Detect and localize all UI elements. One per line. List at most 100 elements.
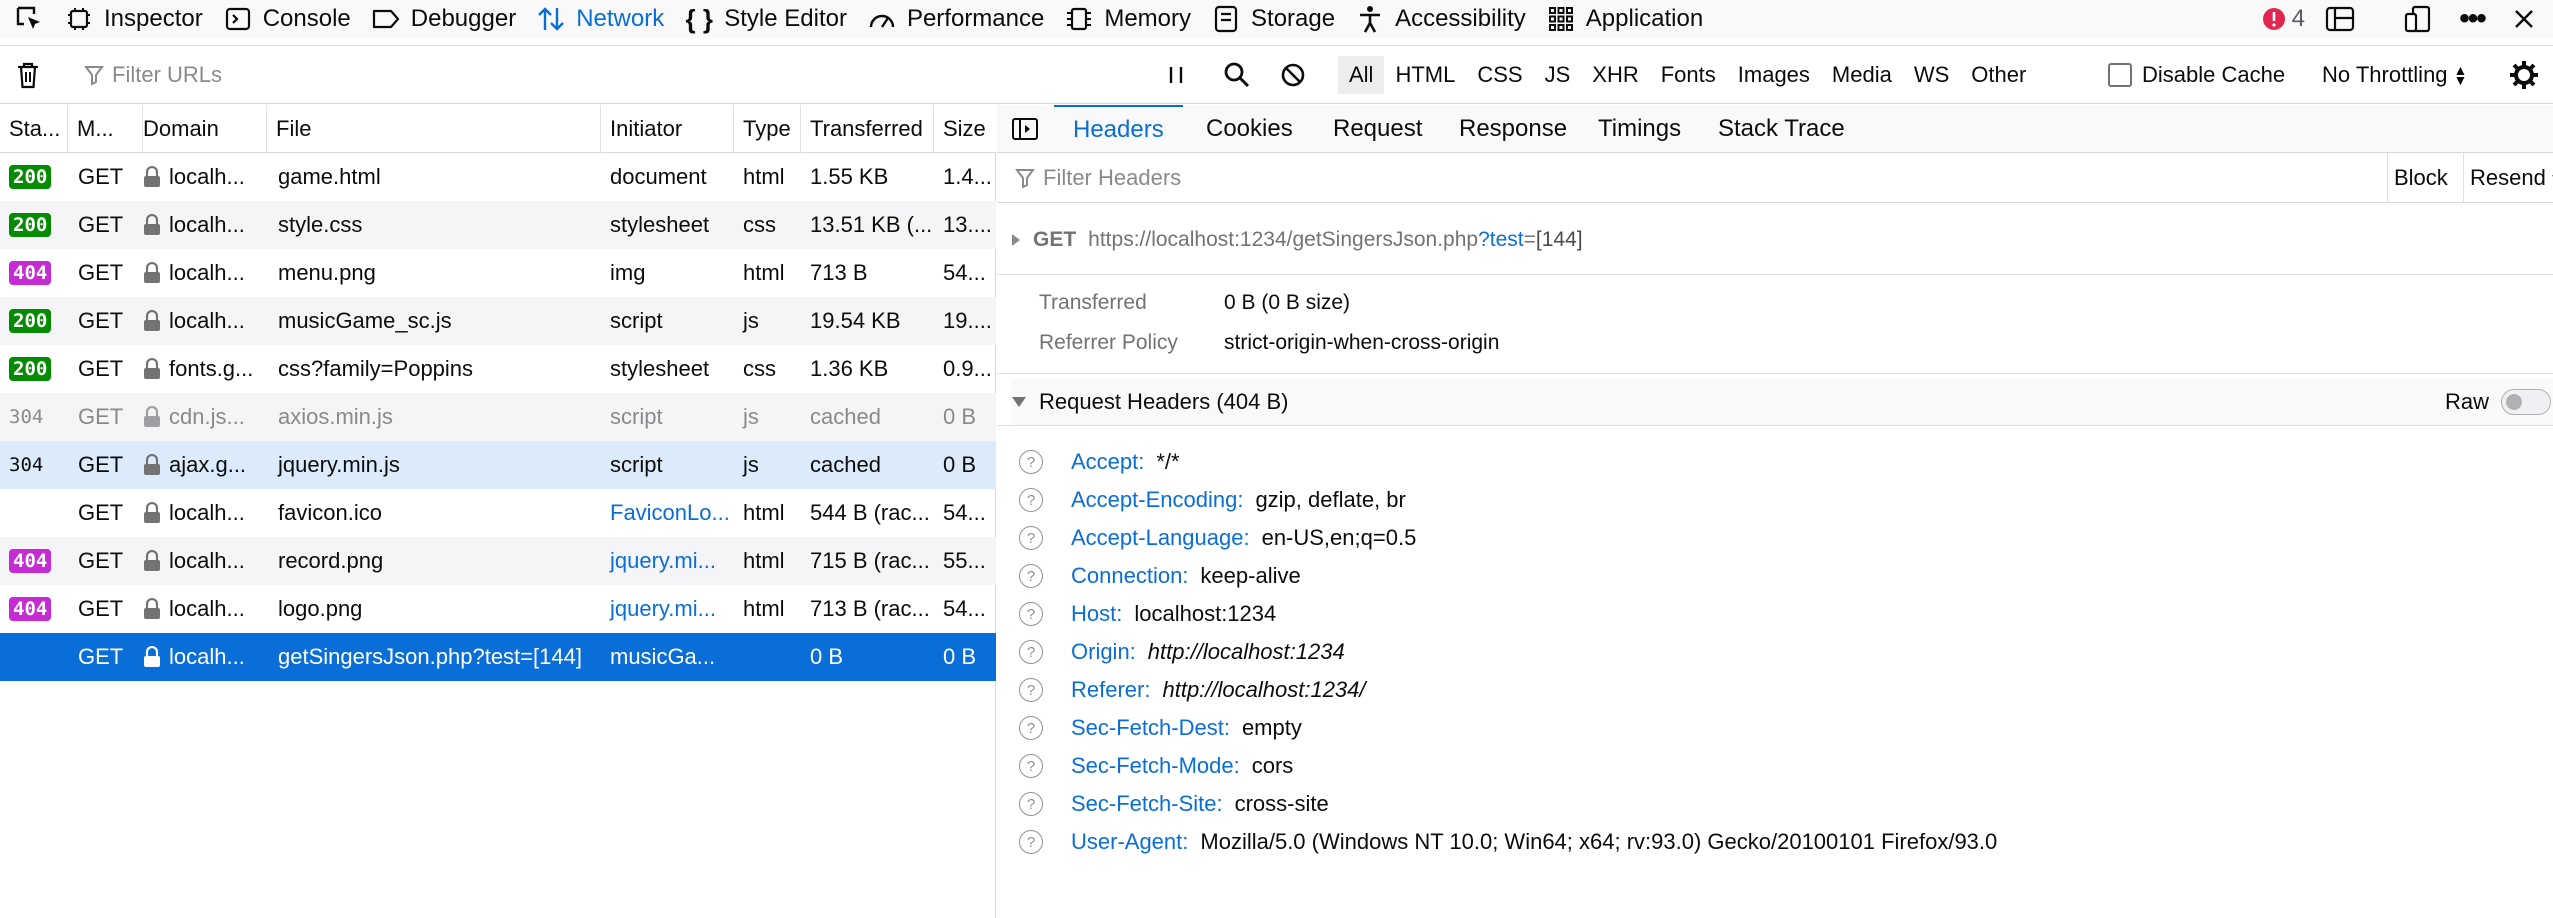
status-badge: 200 (9, 213, 52, 237)
help-icon[interactable]: ? (1019, 450, 1043, 474)
column-domain[interactable]: Domain (134, 105, 267, 153)
filter-type-html[interactable]: HTML (1384, 56, 1466, 94)
header-row: ? Accept: */* (997, 443, 1180, 481)
tab-application[interactable]: Application (1536, 0, 1713, 38)
tab-stack-trace[interactable]: Stack Trace (1699, 105, 1864, 153)
block-button[interactable]: Block (2387, 153, 2448, 203)
filter-type-css[interactable]: CSS (1466, 56, 1533, 94)
header-value: cors (1251, 753, 1294, 778)
initiator-link[interactable]: jquery.mi... (601, 537, 734, 585)
error-count-button[interactable]: 4 (2254, 0, 2313, 38)
help-icon[interactable]: ? (1019, 640, 1043, 664)
table-row[interactable]: GET localh... favicon.ico FaviconLo... h… (0, 489, 996, 537)
tab-headers[interactable]: Headers (1054, 105, 1183, 153)
request-headers-title: Request Headers (404 B) (1039, 389, 1289, 414)
domain-cell: ajax.g... (134, 441, 267, 489)
filter-type-ws[interactable]: WS (1903, 56, 1960, 94)
domain-text: localh... (169, 596, 245, 621)
column-type[interactable]: Type (734, 105, 801, 153)
filter-headers-input[interactable]: Filter Headers (1015, 153, 2375, 203)
tab-storage[interactable]: Storage (1201, 0, 1345, 38)
filter-type-js[interactable]: JS (1534, 56, 1582, 94)
help-icon[interactable]: ? (1019, 678, 1043, 702)
search-button[interactable] (1222, 46, 1252, 104)
request-url-row[interactable]: GET https://localhost:1234/getSingersJso… (1011, 221, 1583, 259)
table-row[interactable]: 404 GET localh... menu.png img html 713 … (0, 249, 996, 297)
resend-button[interactable]: Resend (2463, 153, 2553, 203)
tab-accessibility[interactable]: Accessibility (1345, 0, 1536, 38)
tab-response[interactable]: Response (1440, 105, 1586, 153)
help-icon[interactable]: ? (1019, 716, 1043, 740)
tab-style-editor[interactable]: { } Style Editor (674, 0, 857, 38)
tab-network[interactable]: Network (526, 0, 674, 38)
filter-type-other[interactable]: Other (1960, 56, 2037, 94)
tab-debugger[interactable]: Debugger (361, 0, 526, 38)
tab-cookies[interactable]: Cookies (1187, 105, 1312, 153)
column-status[interactable]: Sta... (0, 105, 68, 153)
checkbox-box (2108, 63, 2132, 87)
tab-request[interactable]: Request (1314, 105, 1441, 153)
raw-switch[interactable] (2501, 389, 2551, 415)
table-row[interactable]: 304 GET cdn.js... axios.min.js script js… (0, 393, 996, 441)
filter-urls-input[interactable]: Filter URLs (84, 46, 1144, 104)
initiator-cell[interactable]: musicGa... (601, 633, 734, 681)
column-file[interactable]: File (267, 105, 601, 153)
file-cell: logo.png (278, 596, 363, 621)
column-method[interactable]: M... (68, 105, 143, 153)
filter-type-media[interactable]: Media (1821, 56, 1903, 94)
throttling-select[interactable]: No Throttling ▲ ▼ (2322, 46, 2467, 104)
help-icon[interactable]: ? (1019, 792, 1043, 816)
split-console-button[interactable] (2313, 0, 2373, 38)
help-icon[interactable]: ? (1019, 488, 1043, 512)
help-icon[interactable]: ? (1019, 830, 1043, 854)
error-icon (2262, 7, 2286, 31)
initiator-link[interactable]: jquery.mi... (601, 585, 734, 633)
pause-recording-button[interactable] (1164, 46, 1188, 104)
method-cell: GET (78, 356, 124, 381)
table-row[interactable]: 404 GET localh... record.png jquery.mi..… (0, 537, 996, 585)
table-row[interactable]: 200 GET fonts.g... css?family=Poppins st… (0, 345, 996, 393)
tab-console[interactable]: Console (213, 0, 361, 38)
request-details-panel: Headers Cookies Request Response Timings… (997, 105, 2553, 918)
sidebar-toggle-icon (1011, 117, 1039, 141)
table-row[interactable]: 304 GET ajax.g... jquery.min.js script j… (0, 441, 996, 489)
tab-network-label: Network (576, 5, 665, 32)
column-size[interactable]: Size (934, 105, 996, 153)
tab-timings[interactable]: Timings (1579, 105, 1700, 153)
disable-cache-checkbox[interactable]: Disable Cache (2108, 46, 2285, 104)
toggle-sidebar-button[interactable] (997, 105, 1053, 153)
column-transferred[interactable]: Transferred (801, 105, 934, 153)
table-row[interactable]: 200 GET localh... musicGame_sc.js script… (0, 297, 996, 345)
domain-cell: cdn.js... (134, 393, 267, 441)
domain-cell: localh... (134, 537, 267, 585)
help-icon[interactable]: ? (1019, 754, 1043, 778)
table-row-selected[interactable]: GET localh... getSingersJson.php?test=[1… (0, 633, 996, 681)
block-urls-button[interactable] (1280, 46, 1306, 104)
filter-type-fonts[interactable]: Fonts (1650, 56, 1727, 94)
table-row[interactable]: 200 GET localh... game.html document htm… (0, 153, 996, 201)
responsive-design-button[interactable] (2373, 0, 2445, 38)
request-headers-section-toggle[interactable]: Request Headers (404 B) Raw (1011, 379, 2553, 425)
filter-type-xhr[interactable]: XHR (1581, 56, 1649, 94)
clear-button[interactable] (14, 46, 42, 104)
tab-memory[interactable]: Memory (1054, 0, 1201, 38)
column-initiator[interactable]: Initiator (601, 105, 734, 153)
filter-type-images[interactable]: Images (1727, 56, 1821, 94)
help-icon[interactable]: ? (1019, 526, 1043, 550)
tab-performance[interactable]: Performance (857, 0, 1054, 38)
close-devtools-button[interactable] (2499, 0, 2553, 38)
table-row[interactable]: 404 GET localh... logo.png jquery.mi... … (0, 585, 996, 633)
status-cell: 404 (0, 585, 68, 633)
element-picker-button[interactable] (0, 0, 54, 38)
raw-toggle[interactable]: Raw (2445, 389, 2551, 415)
tab-inspector[interactable]: Inspector (54, 0, 213, 38)
help-icon[interactable]: ? (1019, 602, 1043, 626)
network-settings-button[interactable] (2508, 46, 2540, 104)
help-icon[interactable]: ? (1019, 564, 1043, 588)
domain-cell: localh... (134, 633, 267, 681)
more-options-button[interactable]: ••• (2445, 0, 2499, 38)
summary-label: Referrer Policy (1039, 331, 1178, 354)
initiator-link[interactable]: FaviconLo... (601, 489, 734, 537)
table-row[interactable]: 200 GET localh... style.css stylesheet c… (0, 201, 996, 249)
filter-type-all[interactable]: All (1338, 56, 1385, 94)
